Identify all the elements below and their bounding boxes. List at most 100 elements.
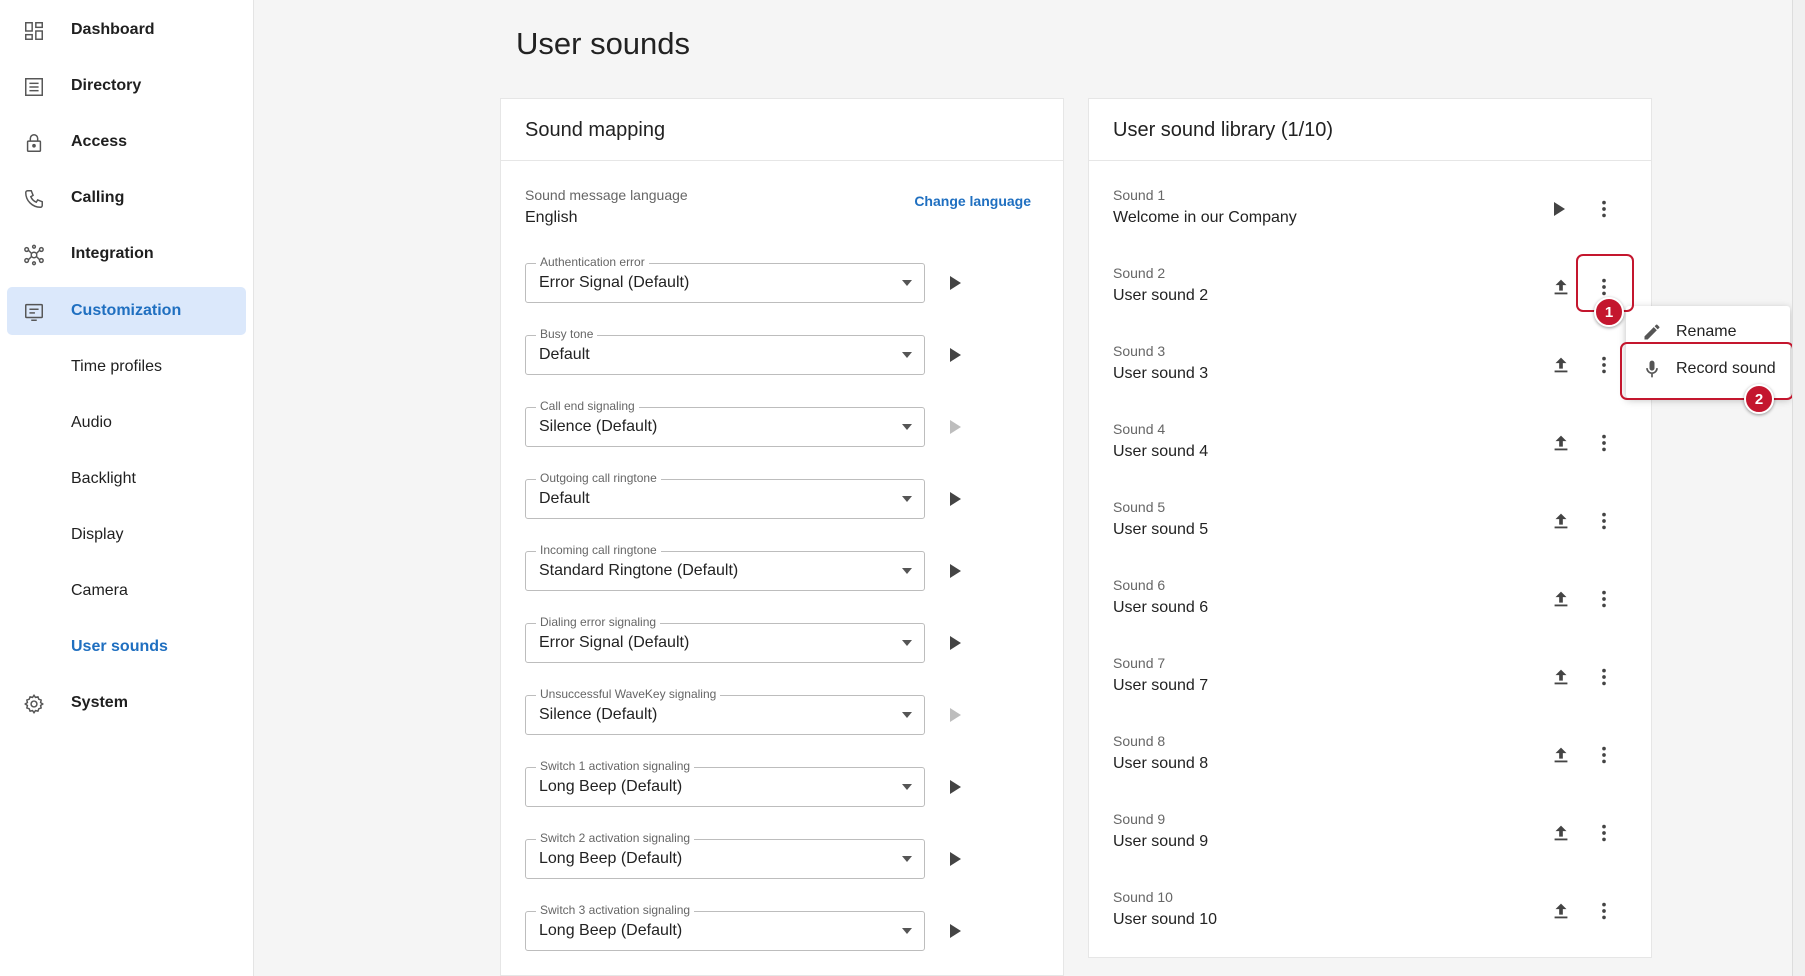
more-vert-icon[interactable] [1592,353,1616,377]
integration-icon [23,244,45,266]
play-button[interactable] [945,921,965,941]
sidebar-item-user-sounds[interactable]: User sounds [7,623,246,671]
play-button[interactable] [945,849,965,869]
caret-down-icon [902,496,912,502]
sound-label: Sound 3 [1113,343,1166,359]
sound-name: User sound 2 [1113,287,1209,304]
play-button [945,705,965,725]
sound-name: User sound 3 [1113,365,1209,382]
more-vert-icon[interactable] [1592,275,1616,299]
sound-select[interactable]: Dialing error signaling Error Signal (De… [525,615,925,663]
upload-icon[interactable] [1549,899,1573,923]
sidebar-item-audio[interactable]: Audio [7,399,246,447]
field-label: Switch 1 activation signaling [536,759,695,773]
more-vert-icon[interactable] [1592,197,1616,221]
sound-select[interactable]: Switch 1 activation signaling Long Beep … [525,759,925,807]
sound-name: User sound 6 [1113,599,1209,616]
sidebar-item-integration[interactable]: Integration [7,230,246,278]
caret-down-icon [902,712,912,718]
sidebar-item-label: User sounds [71,638,168,655]
sidebar-item-calling[interactable]: Calling [7,174,246,222]
sidebar-item-label: Backlight [71,470,136,487]
field-value: Silence (Default) [539,418,658,435]
field-label: Switch 2 activation signaling [536,831,695,845]
field-value: Long Beep (Default) [539,922,683,939]
sidebar-item-dashboard[interactable]: Dashboard [7,6,246,54]
card-header: User sound library (1/10) [1089,99,1651,161]
sound-label: Sound 9 [1113,811,1166,827]
card-header: Sound mapping [501,99,1063,161]
card-title: User sound library (1/10) [1113,119,1334,141]
caret-down-icon [902,280,912,286]
sidebar-item-camera[interactable]: Camera [7,567,246,615]
sound-select[interactable]: Call end signaling Silence (Default) [525,399,925,447]
sidebar-item-label: Calling [71,189,125,206]
microphone-icon [1642,359,1662,379]
sidebar-item-directory[interactable]: Directory [7,62,246,110]
sound-name: User sound 8 [1113,755,1209,772]
upload-icon[interactable] [1549,743,1573,767]
pencil-icon [1642,322,1662,342]
play-button[interactable] [945,561,965,581]
field-value: Error Signal (Default) [539,634,690,651]
sidebar-item-label: Integration [71,245,154,262]
sound-select[interactable]: Unsuccessful WaveKey signaling Silence (… [525,687,925,735]
play-button[interactable] [945,633,965,653]
upload-icon[interactable] [1549,821,1573,845]
sidebar-item-customization[interactable]: Customization [7,287,246,335]
sound-name: User sound 5 [1113,521,1209,538]
sound-select[interactable]: Authentication error Error Signal (Defau… [525,255,925,303]
sound-name: User sound 9 [1113,833,1209,850]
field-label: Unsuccessful WaveKey signaling [536,687,721,701]
sidebar-item-display[interactable]: Display [7,511,246,559]
sidebar-item-backlight[interactable]: Backlight [7,455,246,503]
field-label: Call end signaling [536,399,639,413]
sound-select[interactable]: Incoming call ringtone Standard Ringtone… [525,543,925,591]
upload-icon[interactable] [1549,353,1573,377]
field-value: Default [539,346,590,363]
more-vert-icon[interactable] [1592,509,1616,533]
play-button[interactable] [945,489,965,509]
sidebar-item-label: Access [71,133,128,150]
play-button[interactable] [1549,199,1569,219]
sound-select[interactable]: Busy tone Default [525,327,925,375]
play-button[interactable] [945,345,965,365]
caret-down-icon [902,640,912,646]
customization-icon [23,301,45,323]
sound-select[interactable]: Outgoing call ringtone Default [525,471,925,519]
play-button[interactable] [945,273,965,293]
sound-label: Sound 10 [1113,889,1173,905]
caret-down-icon [902,568,912,574]
field-value: Long Beep (Default) [539,778,683,795]
upload-icon[interactable] [1549,587,1573,611]
more-vert-icon[interactable] [1592,743,1616,767]
field-label: Incoming call ringtone [536,543,661,557]
more-vert-icon[interactable] [1592,821,1616,845]
more-vert-icon[interactable] [1592,587,1616,611]
sidebar-item-label: Time profiles [71,358,162,375]
sound-select[interactable]: Switch 2 activation signaling Long Beep … [525,831,925,879]
more-vert-icon[interactable] [1592,665,1616,689]
sidebar-item-system[interactable]: System [7,679,246,727]
language-value: English [525,209,578,226]
play-button[interactable] [945,777,965,797]
sound-name: User sound 4 [1113,443,1209,460]
sidebar-item-time-profiles[interactable]: Time profiles [7,343,246,391]
upload-icon[interactable] [1549,509,1573,533]
more-vert-icon[interactable] [1592,899,1616,923]
upload-icon[interactable] [1549,431,1573,455]
sidebar-item-access[interactable]: Access [7,118,246,166]
more-vert-icon[interactable] [1592,431,1616,455]
sidebar-item-label: Dashboard [71,21,155,38]
sidebar-item-label: System [71,694,128,711]
upload-icon[interactable] [1549,275,1573,299]
dashboard-icon [23,20,45,42]
sound-label: Sound 5 [1113,499,1166,515]
menu-item-record-sound[interactable]: Record sound [1626,351,1790,387]
sound-name: User sound 10 [1113,911,1218,928]
change-language-link[interactable]: Change language [914,193,1031,209]
caret-down-icon [902,856,912,862]
sound-select[interactable]: Switch 3 activation signaling Long Beep … [525,903,925,951]
upload-icon[interactable] [1549,665,1573,689]
menu-item-rename[interactable]: Rename [1626,314,1790,350]
